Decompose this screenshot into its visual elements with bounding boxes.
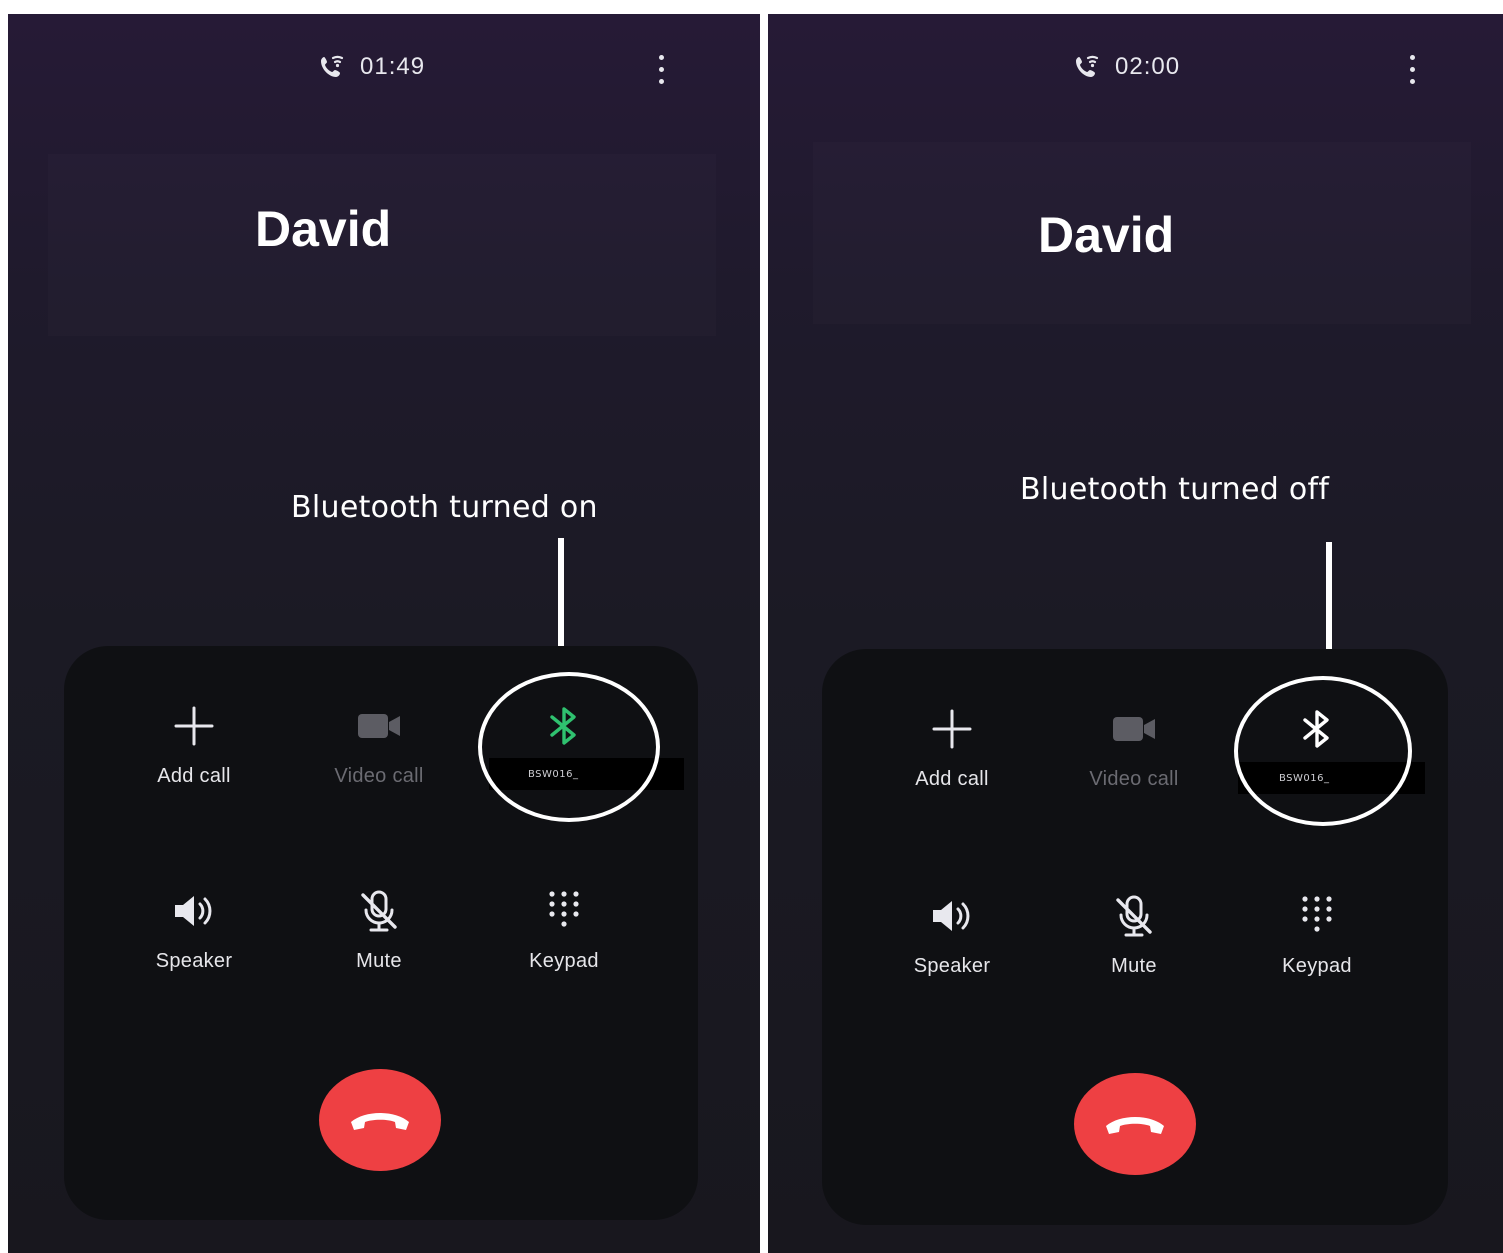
speaker-button[interactable]: Speaker: [119, 886, 269, 996]
wifi-call-icon: [1076, 55, 1099, 77]
contact-name: David: [255, 201, 392, 257]
bluetooth-device-name: BSW016_: [1279, 773, 1330, 784]
bluetooth-icon: [539, 701, 589, 751]
video-call-button[interactable]: Video call: [1059, 704, 1209, 814]
add-call-button[interactable]: Add call: [877, 704, 1027, 814]
mute-label: Mute: [356, 950, 402, 972]
add-call-label: Add call: [915, 768, 989, 790]
call-timer-text: 02:00: [1115, 53, 1181, 80]
bluetooth-button[interactable]: [489, 701, 639, 811]
keypad-button[interactable]: Keypad: [489, 886, 639, 996]
status-row: 02:00: [768, 52, 1503, 86]
status-row: 01:49: [8, 52, 760, 86]
keypad-label: Keypad: [1282, 955, 1352, 977]
contact-name: David: [1038, 207, 1175, 263]
add-call-button[interactable]: Add call: [119, 701, 269, 811]
bluetooth-device-name: BSW016_: [528, 769, 579, 780]
end-call-icon: [351, 1113, 409, 1130]
plus-icon: [169, 701, 219, 751]
annotation-pointer-line: [558, 538, 564, 646]
wifi-call-icon: [321, 55, 344, 77]
annotation-pointer-line: [1326, 542, 1332, 650]
video-camera-icon: [1109, 704, 1159, 754]
speaker-button[interactable]: Speaker: [877, 891, 1027, 1001]
call-timer: 02:00: [1073, 52, 1180, 82]
keypad-icon: [539, 886, 589, 936]
bluetooth-device-strip: [1238, 762, 1425, 794]
call-timer: 01:49: [318, 52, 425, 82]
mute-button[interactable]: Mute: [1059, 891, 1209, 1001]
annotation-label: Bluetooth turned on: [291, 490, 598, 525]
call-screen-right: 02:00 David Bluetooth turned off Add cal…: [768, 14, 1503, 1253]
bluetooth-device-strip: [489, 758, 684, 790]
annotation-label: Bluetooth turned off: [1020, 472, 1330, 507]
end-call-button[interactable]: [319, 1069, 441, 1171]
mute-label: Mute: [1111, 955, 1157, 977]
video-call-label: Video call: [334, 765, 424, 787]
mic-off-icon: [1109, 891, 1159, 941]
video-call-label: Video call: [1089, 768, 1179, 790]
call-controls-card: Add call Video call BSW016_ Speaker Mute: [64, 646, 698, 1220]
video-camera-icon: [354, 701, 404, 751]
speaker-icon: [169, 886, 219, 936]
keypad-label: Keypad: [529, 950, 599, 972]
speaker-label: Speaker: [913, 955, 991, 977]
mic-off-icon: [354, 886, 404, 936]
keypad-icon: [1292, 891, 1342, 941]
call-controls-card: Add call Video call BSW016_ Speaker Mute: [822, 649, 1448, 1225]
video-call-button[interactable]: Video call: [304, 701, 454, 811]
end-call-icon: [1106, 1117, 1164, 1134]
bluetooth-button[interactable]: [1242, 704, 1392, 814]
add-call-label: Add call: [157, 765, 231, 787]
kebab-menu-icon[interactable]: [1409, 55, 1417, 85]
speaker-icon: [927, 891, 977, 941]
call-screen-left: 01:49 David Bluetooth turned on Add call…: [8, 14, 760, 1253]
mute-button[interactable]: Mute: [304, 886, 454, 996]
kebab-menu-icon[interactable]: [658, 55, 666, 85]
speaker-label: Speaker: [155, 950, 233, 972]
plus-icon: [927, 704, 977, 754]
keypad-button[interactable]: Keypad: [1242, 891, 1392, 1001]
bluetooth-icon: [1292, 704, 1342, 754]
end-call-button[interactable]: [1074, 1073, 1196, 1175]
call-timer-text: 01:49: [360, 53, 426, 80]
